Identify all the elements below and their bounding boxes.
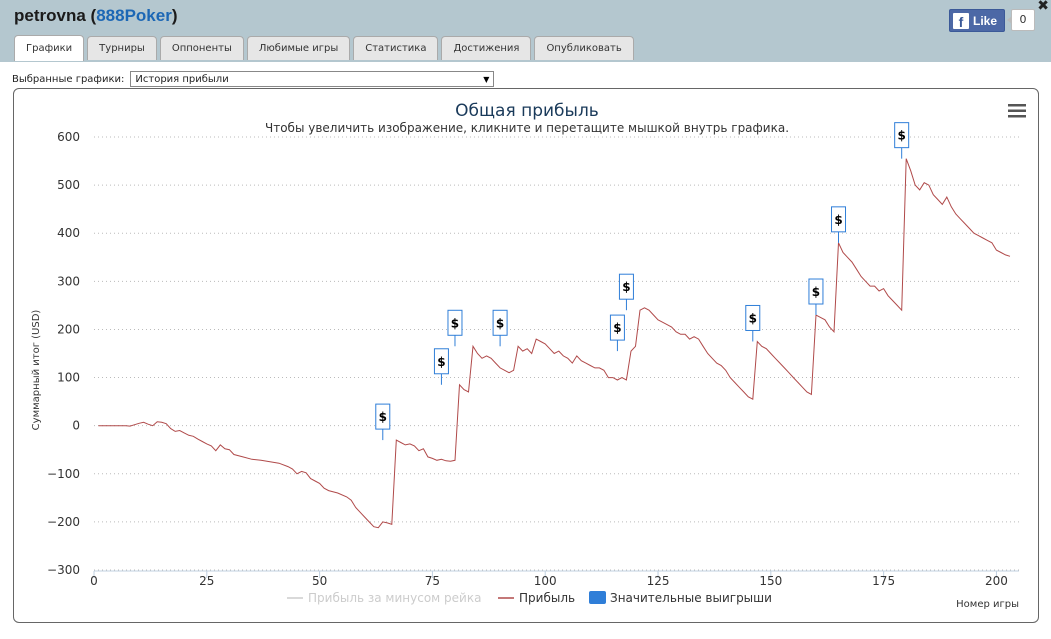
x-tick-label: 0: [90, 574, 98, 588]
chart-selector-value: История прибыли: [135, 73, 229, 85]
tab-publish[interactable]: Опубликовать: [534, 36, 634, 60]
x-tick-label: 175: [872, 574, 895, 588]
y-tick-label: 200: [57, 322, 80, 336]
y-tick-label: 100: [57, 371, 80, 385]
flag-label: $: [812, 285, 820, 299]
x-tick-label: 200: [985, 574, 1008, 588]
title-paren-close: ): [171, 6, 178, 25]
flag-label: $: [379, 410, 387, 424]
legend-item[interactable]: Прибыль за минусом рейка: [287, 591, 481, 605]
chart-selector-label: Выбранные графики:: [12, 73, 125, 85]
y-tick-label: −200: [47, 515, 80, 529]
y-axis-label: Суммарный итог (USD): [31, 310, 42, 431]
flag-label: $: [437, 355, 445, 369]
x-tick-label: 150: [759, 574, 782, 588]
chart-menu-icon[interactable]: [1008, 104, 1026, 118]
series-line-profit: [98, 158, 1011, 529]
username: petrovna: [14, 6, 86, 25]
x-tick-label: 100: [534, 574, 557, 588]
y-tick-label: 300: [57, 274, 80, 288]
page-title: petrovna (888Poker): [14, 6, 178, 26]
legend-label: Прибыль за минусом рейка: [308, 591, 481, 605]
network-link[interactable]: 888Poker: [96, 6, 172, 25]
significant-win-flag[interactable]: $: [745, 304, 761, 342]
y-tick-label: 400: [57, 226, 80, 240]
flag-label: $: [898, 129, 906, 143]
tab-tournaments[interactable]: Турниры: [87, 36, 157, 60]
tab-graphs[interactable]: Графики: [14, 35, 85, 61]
menu-bar-2: [1008, 109, 1026, 112]
x-tick-label: 75: [425, 574, 440, 588]
profit-chart[interactable]: −300 −200 −100 0 100 200 300 400 500 600 0 25 50 75 1…: [14, 89, 1038, 622]
significant-win-flag[interactable]: $: [808, 278, 824, 316]
facebook-like-button[interactable]: f Like: [949, 9, 1005, 32]
header-bar: petrovna (888Poker) ✖ f Like 0 Графики Т…: [0, 0, 1051, 62]
legend-box-icon: [589, 591, 606, 604]
y-tick-label: 0: [72, 419, 80, 433]
chart-grid: [94, 136, 1019, 571]
dropdown-arrow-icon: ▼: [483, 74, 490, 84]
chart-title: Общая прибыль: [455, 101, 599, 121]
x-axis-ticks: 0 25 50 75 100 125 150 175 200: [90, 571, 1008, 588]
significant-win-flag[interactable]: $: [894, 122, 910, 159]
significant-win-flag[interactable]: $: [375, 403, 391, 441]
facebook-like-count: 0: [1007, 9, 1035, 31]
significant-win-flag[interactable]: $: [492, 309, 508, 347]
tab-favorite-games[interactable]: Любимые игры: [246, 36, 351, 60]
legend-item[interactable]: Прибыль: [498, 591, 575, 605]
flag-label: $: [451, 316, 459, 330]
x-tick-label: 125: [647, 574, 670, 588]
chart-selector-row: Выбранные графики: История прибыли ▼: [12, 71, 495, 87]
menu-bar-1: [1008, 104, 1026, 107]
legend-label: Значительные выигрыши: [610, 591, 772, 605]
significant-win-flag[interactable]: $: [447, 309, 463, 347]
significant-win-flag[interactable]: $: [609, 314, 625, 352]
x-tick-label: 50: [312, 574, 327, 588]
legend-label: Прибыль: [519, 591, 575, 605]
y-tick-label: −300: [47, 563, 80, 577]
flag-label: $: [613, 321, 621, 335]
y-tick-label: −100: [47, 467, 80, 481]
y-tick-label: 500: [57, 178, 80, 192]
y-axis-ticks: −300 −200 −100 0 100 200 300 400 500 600: [47, 130, 80, 577]
flag-label: $: [496, 316, 504, 330]
flag-label: $: [622, 280, 630, 294]
significant-win-flag[interactable]: $: [831, 206, 847, 243]
chart-container[interactable]: −300 −200 −100 0 100 200 300 400 500 600 0 25 50 75 1…: [13, 88, 1039, 623]
y-tick-label: 600: [57, 130, 80, 144]
tab-opponents[interactable]: Оппоненты: [159, 36, 244, 60]
x-axis-label: Номер игры: [956, 599, 1019, 610]
chart-subtitle: Чтобы увеличить изображение, кликните и …: [265, 121, 789, 135]
flag-label: $: [834, 213, 842, 227]
tab-statistics[interactable]: Статистика: [353, 36, 439, 60]
significant-win-flag[interactable]: $: [433, 348, 449, 385]
chart-selector-dropdown[interactable]: История прибыли ▼: [130, 71, 495, 87]
tab-achievements[interactable]: Достижения: [441, 36, 532, 60]
legend-item[interactable]: Значительные выигрыши: [589, 591, 772, 605]
tab-bar: Графики Турниры Оппоненты Любимые игры С…: [14, 35, 634, 61]
facebook-like-label: Like: [973, 13, 998, 28]
facebook-icon: f: [953, 12, 969, 30]
menu-bar-3: [1008, 115, 1026, 118]
x-tick-label: 25: [199, 574, 214, 588]
flag-label: $: [749, 311, 757, 325]
chart-legend: Прибыль за минусом рейка Прибыль Значитель…: [287, 591, 772, 605]
close-icon[interactable]: ✖: [1037, 0, 1049, 14]
significant-win-flag[interactable]: $: [618, 273, 634, 311]
